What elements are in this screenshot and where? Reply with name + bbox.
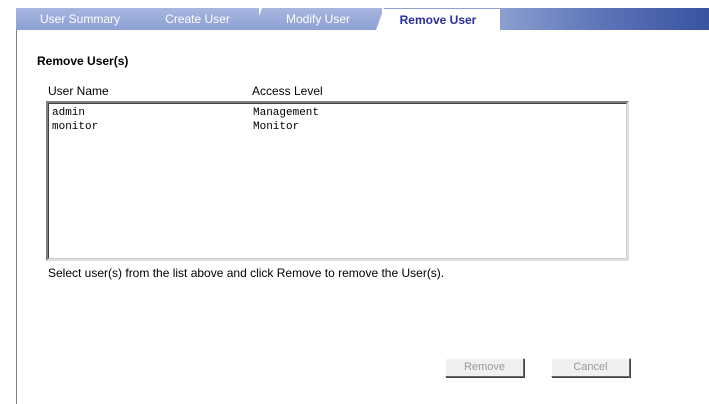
list-item-user-name: monitor xyxy=(52,121,99,133)
tab-create-user[interactable]: Create User xyxy=(136,8,259,30)
list-item-access-level: Management xyxy=(253,107,320,119)
remove-button[interactable]: Remove xyxy=(445,358,524,377)
tab-bar: User Summary Create User Modify User Rem… xyxy=(0,0,709,30)
section-title: Remove User(s) xyxy=(37,54,129,68)
remove-user-panel: Remove User(s) User Name Access Level ad… xyxy=(16,30,709,404)
list-item-access-level: Monitor xyxy=(253,121,300,133)
user-listbox[interactable]: admin Management monitor Monitor xyxy=(46,101,629,261)
list-item[interactable]: admin Management xyxy=(52,107,622,120)
column-header-user-name: User Name xyxy=(48,84,109,98)
instruction-text: Select user(s) from the list above and c… xyxy=(48,266,445,280)
list-item[interactable]: monitor Monitor xyxy=(52,121,622,134)
tab-remove-user[interactable]: Remove User xyxy=(376,8,500,30)
cancel-button[interactable]: Cancel xyxy=(551,358,630,377)
tab-user-summary[interactable]: User Summary xyxy=(16,8,144,30)
tab-bar-filler xyxy=(500,8,709,30)
list-item-user-name: admin xyxy=(52,107,86,119)
column-header-access-level: Access Level xyxy=(252,84,323,98)
tab-modify-user[interactable]: Modify User xyxy=(254,8,382,30)
